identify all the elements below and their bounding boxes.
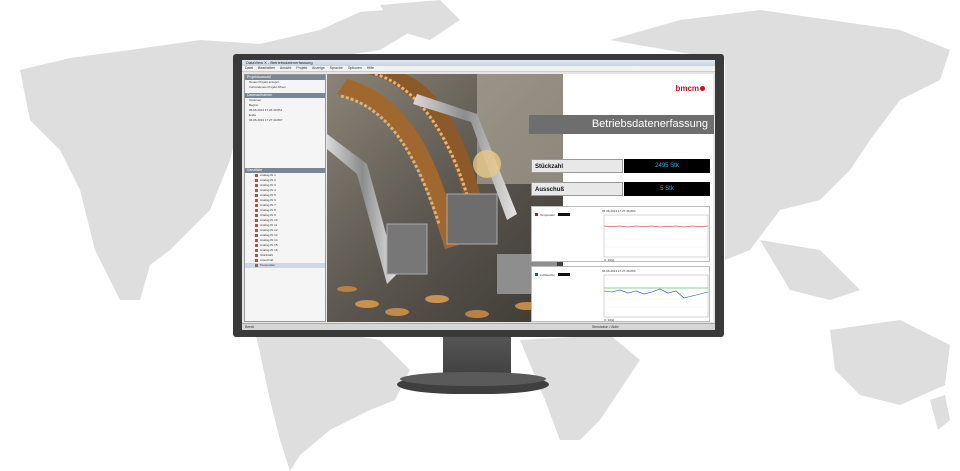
region-new-zealand: [930, 395, 950, 430]
status-right: Simulation / Aktiv: [592, 325, 619, 329]
continent-south-america: [255, 330, 410, 471]
kpi-reject-count-value: 5 Stk: [624, 182, 710, 196]
temperature-chart-header: 06.06.2013 17:27:36.860: [602, 209, 636, 213]
dashboard-panel: bmcm Betriebsdatenerfassung Stückzahl 24…: [529, 74, 714, 322]
temperature-chart-readout: X: 30[s]: [604, 258, 614, 262]
menu-item-optionen[interactable]: Optionen: [348, 66, 362, 70]
menu-item-projekt[interactable]: Projekt: [296, 66, 307, 70]
status-bar: Bereit Simulation / Aktiv: [242, 323, 715, 330]
status-text: Bereit: [245, 325, 255, 329]
logo-text: bmcm: [675, 84, 699, 93]
channel-tree: Analog-IN 1 Analog-IN 2 Analog-IN 3 Anal…: [245, 173, 325, 268]
humidity-legend-swatch: [535, 273, 538, 276]
humidity-legend-value: [558, 273, 570, 276]
open-project-item[interactable]: Vorhandenes Projekt öffnen: [245, 85, 325, 90]
menu-item-anzeige[interactable]: Anzeige: [312, 66, 325, 70]
monitor-bezel: DataView X - Betriebsdatenerfassung Date…: [233, 54, 724, 337]
menu-item-ansicht[interactable]: Ansicht: [280, 66, 291, 70]
temperature-chart[interactable]: 06.06.2013 17:27:36.860 Temperatur X: 30…: [531, 206, 710, 262]
tree-item-selected[interactable]: Temperatur: [245, 263, 325, 268]
temperature-legend-swatch: [535, 213, 538, 216]
temperature-plot-area: [603, 214, 709, 258]
humidity-chart-plot: 06.06.2013 17:27:36.860 Luftfeuchte X: 3…: [535, 269, 709, 322]
continent-australia: [830, 320, 950, 405]
menu-item-hilfe[interactable]: Hilfe: [367, 66, 374, 70]
kpi-piece-count-value: 2495 Stk: [624, 159, 710, 173]
menu-item-bearbeiten[interactable]: Bearbeiten: [258, 66, 275, 70]
title-banner: Betriebsdatenerfassung: [529, 115, 714, 134]
application-window: DataView X - Betriebsdatenerfassung Date…: [242, 60, 715, 330]
humidity-chart-readout: X: 30[s]: [604, 318, 614, 322]
kpi-piece-count: Stückzahl 2495 Stk: [531, 159, 710, 173]
menu-item-sprache[interactable]: Sprache: [330, 66, 343, 70]
left-panel: Projektauswahl Neues Projekt anlegen Vor…: [244, 74, 326, 322]
bmcm-logo: bmcm: [675, 84, 705, 93]
monitor-stand-base-top: [400, 372, 546, 386]
humidity-legend-label: Luftfeuchte: [540, 273, 555, 277]
temperature-legend-value: [558, 213, 570, 216]
work-area: Projektauswahl Neues Projekt anlegen Vor…: [242, 72, 715, 324]
menu-item-datei[interactable]: Datei: [245, 66, 253, 70]
temperature-chart-plot: 06.06.2013 17:27:36.860 Temperatur X: 30…: [535, 209, 709, 262]
kpi-reject-count-label: Ausschuß: [531, 182, 623, 196]
logo-dot-icon: [700, 86, 705, 92]
kpi-piece-count-label: Stückzahl: [531, 159, 623, 173]
machine-image: [327, 74, 563, 322]
humidity-chart[interactable]: 06.06.2013 17:27:36.860 Luftfeuchte X: 3…: [531, 266, 710, 322]
kpi-reject-count: Ausschuß 5 Stk: [531, 182, 710, 196]
humidity-chart-header: 06.06.2013 17:27:36.860: [602, 269, 636, 273]
window-title: DataView X - Betriebsdatenerfassung: [246, 60, 313, 65]
temperature-legend-label: Temperatur: [540, 213, 555, 217]
region-southeast-asia: [760, 240, 860, 300]
production-line-photo: [327, 74, 563, 322]
